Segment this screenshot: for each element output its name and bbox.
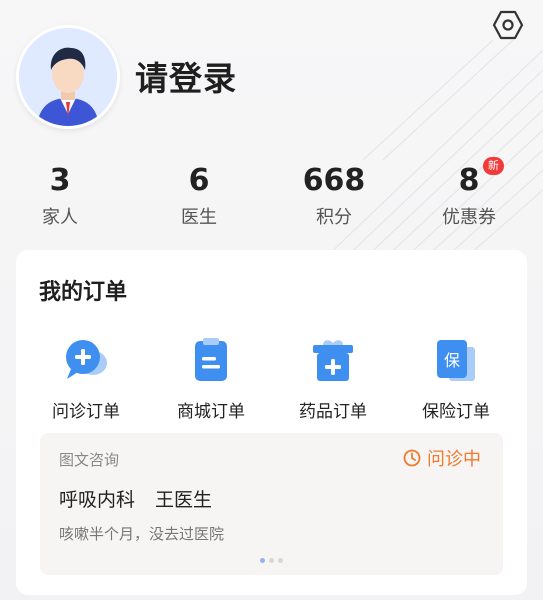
order-medicine[interactable]: 药品订单 [278, 335, 388, 422]
order-label: 保险订单 [422, 402, 490, 422]
order-consultation[interactable]: 问诊订单 [31, 335, 141, 422]
pager-dot[interactable] [269, 558, 274, 563]
order-label: 药品订单 [299, 402, 367, 422]
stat-family[interactable]: 3 家人 [0, 163, 120, 229]
pager-dot-active[interactable] [260, 558, 265, 563]
pager-dots [40, 548, 503, 567]
stat-coupons[interactable]: 8 优惠券 新 [409, 157, 529, 229]
settings-hexagon-icon [492, 10, 524, 40]
stat-value: 6 [188, 163, 210, 198]
consultation-doctor-line: 呼吸内科 王医生 [59, 485, 212, 512]
status-text: 问诊中 [427, 449, 481, 470]
stat-value: 668 [302, 163, 366, 198]
user-avatar-icon [19, 28, 117, 126]
medicine-box-icon [313, 340, 353, 381]
pager-dot[interactable] [278, 558, 283, 563]
clipboard-icon [195, 338, 227, 381]
stat-label: 家人 [42, 207, 78, 228]
department: 呼吸内科 [59, 489, 136, 511]
order-insurance[interactable]: 保 保险订单 [401, 335, 511, 422]
insurance-icon: 保 [437, 340, 475, 381]
login-prompt[interactable]: 请登录 [135, 52, 237, 100]
stat-points[interactable]: 668 积分 [274, 163, 394, 229]
clock-icon [403, 449, 421, 467]
chat-plus-icon [66, 340, 107, 379]
insurance-glyph: 保 [444, 351, 460, 370]
my-orders-card: 我的订单 问诊订单 商城订单 药品订单 保 保险订单 图文咨询 问诊中 呼吸内科… [16, 250, 527, 595]
consultation-status: 问诊中 [403, 445, 481, 471]
stat-label: 医生 [181, 207, 217, 228]
orders-title: 我的订单 [39, 280, 128, 305]
order-label: 问诊订单 [52, 402, 120, 422]
order-mall[interactable]: 商城订单 [156, 335, 266, 422]
stat-label: 积分 [316, 207, 352, 228]
order-label: 商城订单 [177, 402, 245, 422]
stat-value: 3 [49, 163, 71, 198]
new-badge: 新 [483, 157, 504, 175]
settings-button[interactable] [491, 8, 525, 42]
stats-bar: 3 家人 6 医生 668 积分 8 优惠券 新 [0, 157, 543, 233]
stat-label: 优惠券 [442, 207, 496, 228]
stat-doctors[interactable]: 6 医生 [139, 163, 259, 229]
doctor-name: 王医生 [155, 489, 213, 511]
consultation-description: 咳嗽半个月，没去过医院 [59, 525, 225, 543]
stat-value: 8 [458, 163, 480, 198]
consultation-type: 图文咨询 [59, 451, 120, 469]
consultation-card[interactable]: 图文咨询 问诊中 呼吸内科 王医生 咳嗽半个月，没去过医院 [40, 433, 503, 575]
avatar[interactable] [16, 25, 120, 129]
